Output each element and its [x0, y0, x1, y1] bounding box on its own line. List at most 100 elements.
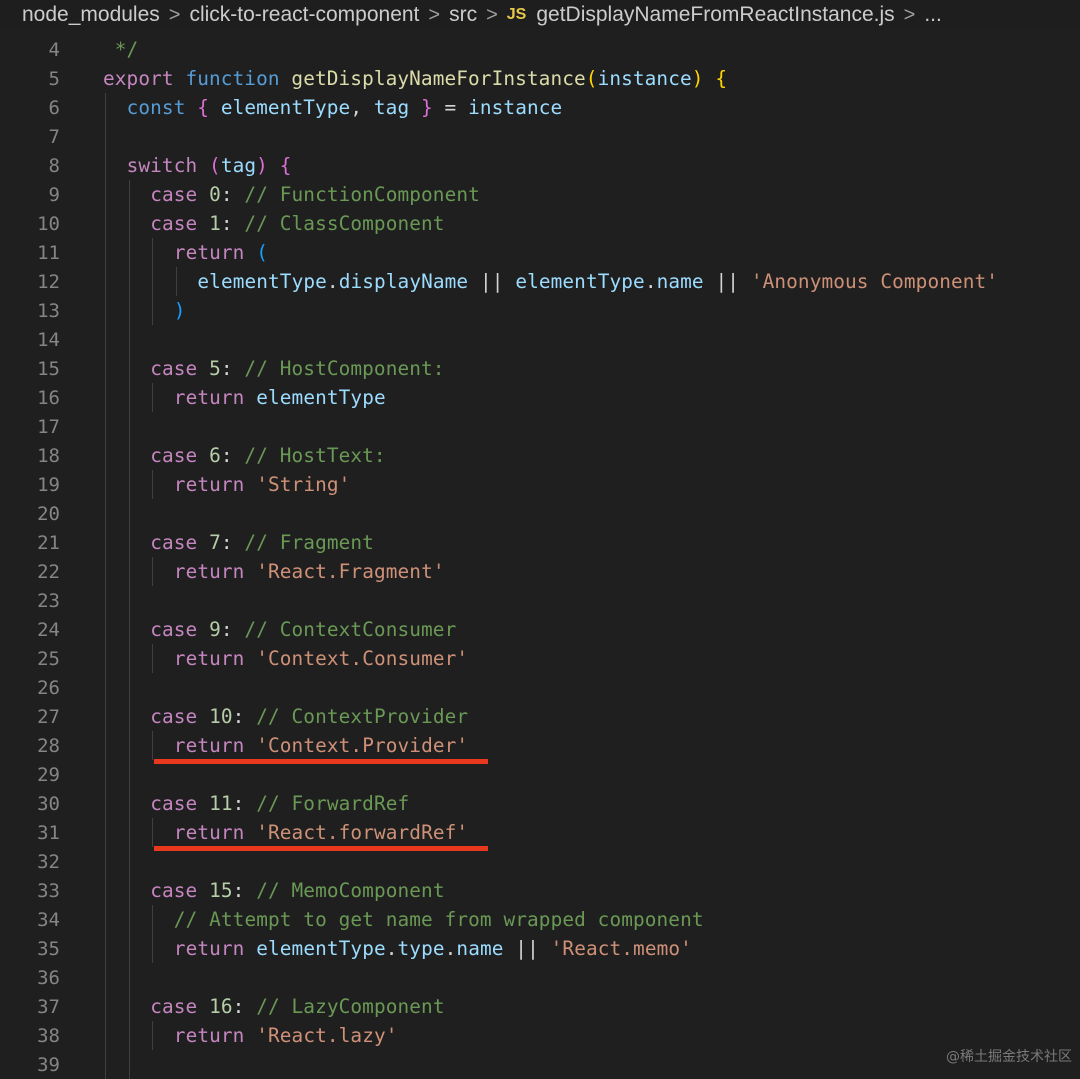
code-line[interactable]: 14 — [0, 325, 1080, 354]
indent-guide — [152, 644, 154, 673]
indent-guide — [128, 934, 130, 963]
code-text: ) — [174, 299, 186, 322]
line-number: 15 — [37, 357, 60, 380]
code-token: : — [220, 618, 245, 641]
code-line[interactable]: 18 case 6: // HostText: — [0, 441, 1080, 470]
code-token: 16 — [209, 995, 233, 1018]
code-token: // MemoComponent — [256, 879, 445, 902]
indent-guide — [128, 731, 130, 760]
indent-guide — [128, 412, 130, 441]
code-line[interactable]: 37 case 16: // LazyComponent — [0, 992, 1080, 1021]
code-line[interactable]: 19 return 'String' — [0, 470, 1080, 499]
breadcrumb-item-package[interactable]: click-to-react-component — [189, 3, 419, 27]
code-line[interactable]: 30 case 11: // ForwardRef — [0, 789, 1080, 818]
code-token: ( — [209, 154, 221, 177]
line-number: 28 — [37, 734, 60, 757]
indent-guide — [105, 180, 106, 209]
indent-guide — [105, 731, 106, 760]
code-line[interactable]: 39 — [0, 1050, 1080, 1079]
code-line[interactable]: 33 case 15: // MemoComponent — [0, 876, 1080, 905]
code-token: 'String' — [256, 473, 351, 496]
code-line[interactable]: 22 return 'React.Fragment' — [0, 557, 1080, 586]
code-token: // LazyComponent — [256, 995, 445, 1018]
code-line[interactable]: 15 case 5: // HostComponent: — [0, 354, 1080, 383]
code-line[interactable]: 26 — [0, 673, 1080, 702]
line-number: 38 — [37, 1024, 60, 1047]
code-line[interactable]: 5 export function getDisplayNameForInstan… — [0, 64, 1080, 93]
code-text: return 'React.forwardRef' — [174, 821, 468, 844]
code-line[interactable]: 16 return elementType — [0, 383, 1080, 412]
indent-guide — [105, 934, 106, 963]
indent-guide — [152, 934, 154, 963]
code-line[interactable]: 7 — [0, 122, 1080, 151]
code-line[interactable]: 25 return 'Context.Consumer' — [0, 644, 1080, 673]
breadcrumb-item-file[interactable]: getDisplayNameFromReactInstance.js — [536, 3, 894, 27]
code-editor[interactable]: 4 */ 5 export function getDisplayNameForIn… — [0, 33, 1080, 1079]
code-token: case — [150, 792, 198, 815]
code-token: : — [232, 705, 257, 728]
code-line[interactable]: 11 return ( — [0, 238, 1080, 267]
code-line[interactable]: 28 return 'Context.Provider' — [0, 731, 1080, 760]
code-token: : — [232, 995, 257, 1018]
code-token: 'React.Fragment' — [256, 560, 445, 583]
line-number: 16 — [37, 386, 60, 409]
breadcrumb-item-src[interactable]: src — [449, 3, 477, 27]
line-number: 36 — [37, 966, 60, 989]
code-line[interactable]: 6 const { elementType, tag } = instance — [0, 93, 1080, 122]
code-line[interactable]: 20 — [0, 499, 1080, 528]
code-line[interactable]: 34 // Attempt to get name from wrapped co… — [0, 905, 1080, 934]
indent-guide — [105, 354, 106, 383]
code-line[interactable]: 35 return elementType.type.name || 'React… — [0, 934, 1080, 963]
code-line[interactable]: 21 case 7: // Fragment — [0, 528, 1080, 557]
indent-guide — [128, 528, 130, 557]
code-line[interactable]: 12 elementType.displayName || elementType… — [0, 267, 1080, 296]
indent-guide — [128, 760, 130, 789]
breadcrumb-item-node-modules[interactable]: node_modules — [22, 3, 160, 27]
code-token: { — [279, 154, 292, 177]
indent-guide — [175, 267, 177, 296]
code-token: . — [385, 937, 398, 960]
indent-guide — [105, 238, 106, 267]
code-token: export — [103, 67, 174, 90]
code-line[interactable]: 27 case 10: // ContextProvider — [0, 702, 1080, 731]
code-line[interactable]: 4 */ — [0, 35, 1080, 64]
code-line[interactable]: 17 — [0, 412, 1080, 441]
code-token: case — [150, 444, 198, 467]
code-line[interactable]: 31 return 'React.forwardRef' — [0, 818, 1080, 847]
code-text: return 'Context.Consumer' — [174, 647, 468, 670]
code-line[interactable]: 24 case 9: // ContextConsumer — [0, 615, 1080, 644]
indent-guide — [128, 499, 130, 528]
code-line[interactable]: 13) — [0, 296, 1080, 325]
code-line[interactable]: 10 case 1: // ClassComponent — [0, 209, 1080, 238]
indent-guide — [105, 644, 106, 673]
watermark: @稀土掘金技术社区 — [946, 1049, 1072, 1065]
indent-guide — [128, 876, 130, 905]
indent-guide — [128, 383, 130, 412]
code-line[interactable]: 8 switch (tag) { — [0, 151, 1080, 180]
breadcrumb-item-symbols[interactable]: ... — [924, 3, 942, 27]
indent-guide — [152, 238, 154, 267]
indent-guide — [105, 760, 106, 789]
code-text: // Attempt to get name from wrapped comp… — [174, 908, 704, 931]
code-line[interactable]: 32 — [0, 847, 1080, 876]
code-line[interactable]: 36 — [0, 963, 1080, 992]
code-text: case 6: // HostText: — [150, 444, 386, 467]
code-token: case — [150, 531, 198, 554]
code-text: case 16: // LazyComponent — [150, 995, 444, 1018]
code-text: return 'React.lazy' — [174, 1024, 398, 1047]
code-line[interactable]: 23 — [0, 586, 1080, 615]
line-number: 30 — [37, 792, 60, 815]
indent-guide — [105, 1050, 106, 1079]
indent-guide — [128, 615, 130, 644]
code-token: // HostText: — [244, 444, 386, 467]
code-line[interactable]: 29 — [0, 760, 1080, 789]
code-token: ) — [173, 299, 186, 322]
indent-guide — [105, 528, 106, 557]
code-line[interactable]: 9 case 0: // FunctionComponent — [0, 180, 1080, 209]
code-token: ) — [691, 67, 704, 90]
line-number: 5 — [48, 67, 60, 90]
code-line[interactable]: 38 return 'React.lazy' — [0, 1021, 1080, 1050]
